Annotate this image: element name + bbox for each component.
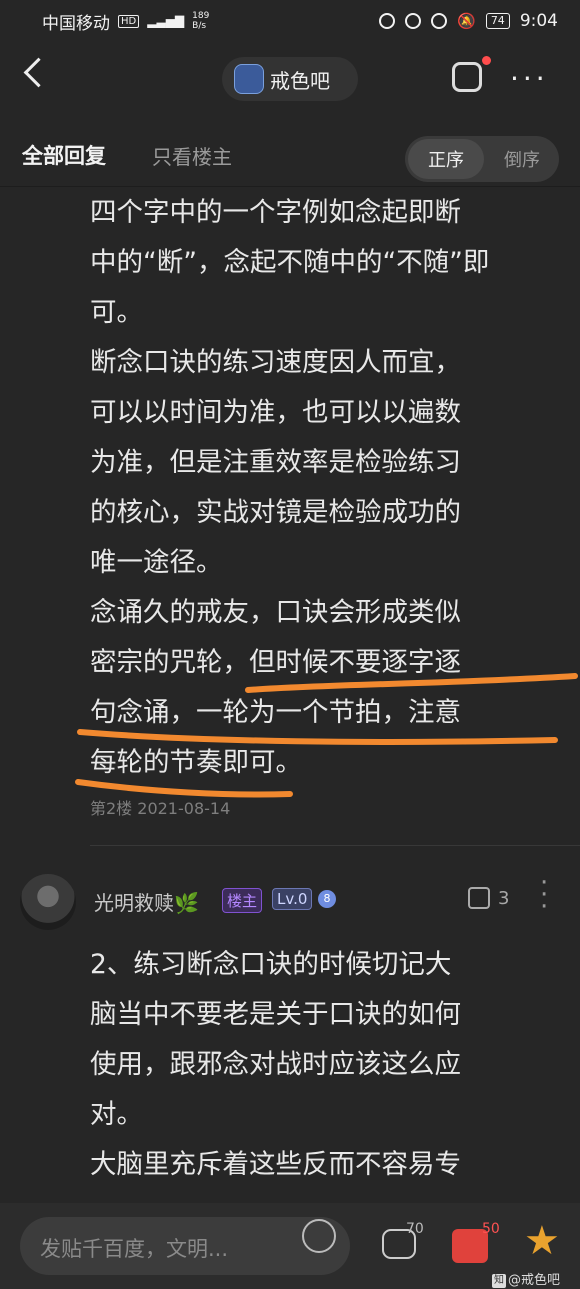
gem-badge-icon: 8	[318, 890, 336, 908]
status-bar: 中国移动 HD ▂▃▅▇ 189 B/s 🔕 74 9:04	[0, 0, 580, 42]
top-nav: 戒色吧 ···	[0, 48, 580, 112]
forum-logo-icon	[234, 64, 264, 94]
post-meta-floor-2: 第2楼 2021-08-14	[90, 799, 231, 818]
hd-badge: HD	[118, 14, 140, 28]
signal-icon: ▂▃▅▇	[147, 14, 185, 28]
carrier-label: 中国移动	[42, 13, 110, 34]
reply-tabs: 全部回复 只看楼主 正序 倒序	[0, 130, 580, 187]
reply-input[interactable]: 发贴千百度，文明...	[20, 1217, 350, 1275]
comment-count: 70	[406, 1221, 424, 1237]
more-icon[interactable]: ···	[510, 65, 549, 93]
zhihu-logo-icon: 知	[492, 1273, 506, 1288]
tab-op-only[interactable]: 只看楼主	[152, 141, 232, 170]
level-badge: Lv.0	[272, 888, 313, 910]
post-body-reply: 2、练习断念口诀的时候切记大 脑当中不要老是关于口诀的如何 使用，跟邪念对战时应…	[90, 949, 461, 1200]
op-badge: 楼主	[222, 888, 263, 913]
avatar[interactable]	[20, 874, 76, 930]
bottom-bar: 发贴千百度，文明... 70 50 ★ 知 @戒色吧	[0, 1203, 580, 1289]
nfc-icon	[379, 13, 396, 29]
username[interactable]: 光明救赎🌿	[94, 887, 199, 916]
like-total-count: 50	[482, 1221, 500, 1237]
watermark-text: @戒色吧	[508, 1273, 561, 1288]
edit-icon[interactable]	[452, 62, 482, 92]
order-toggle: 正序 倒序	[405, 136, 559, 182]
mute-icon: 🔕	[457, 12, 476, 30]
reply-more-icon[interactable]: · · ·	[540, 870, 548, 920]
time-label: 9:04	[519, 11, 558, 31]
leaf-icon: 🌿	[174, 891, 199, 915]
alarm-icon	[431, 13, 448, 29]
battery-icon: 74	[485, 13, 510, 29]
watermark: 知 @戒色吧	[492, 1269, 560, 1288]
forum-name: 戒色吧	[270, 68, 330, 93]
network-speed: 189 B/s	[192, 11, 210, 31]
tab-all-replies[interactable]: 全部回复	[22, 140, 106, 170]
post-body-floor-2: 四个字中的一个字例如念起即断 中的“断”，念起不随中的“不随”即 可。 断念口诀…	[90, 197, 490, 778]
thumbs-up-icon[interactable]	[468, 887, 490, 909]
eye-icon	[405, 13, 422, 29]
reply-input-placeholder: 发贴千百度，文明...	[40, 1237, 229, 1261]
like-count: 3	[498, 888, 510, 909]
back-arrow-icon[interactable]	[23, 57, 54, 88]
post-divider	[90, 845, 580, 846]
order-asc-button[interactable]: 正序	[408, 139, 484, 179]
order-desc-button[interactable]: 倒序	[485, 139, 559, 179]
notification-dot	[482, 56, 491, 65]
favorite-star-icon[interactable]: ★	[524, 1221, 560, 1261]
emoji-icon[interactable]	[302, 1219, 336, 1253]
reply-header: 光明救赎🌿 楼主 Lv.0 8 3 · · ·	[0, 870, 580, 930]
forum-pill[interactable]: 戒色吧	[222, 57, 358, 101]
